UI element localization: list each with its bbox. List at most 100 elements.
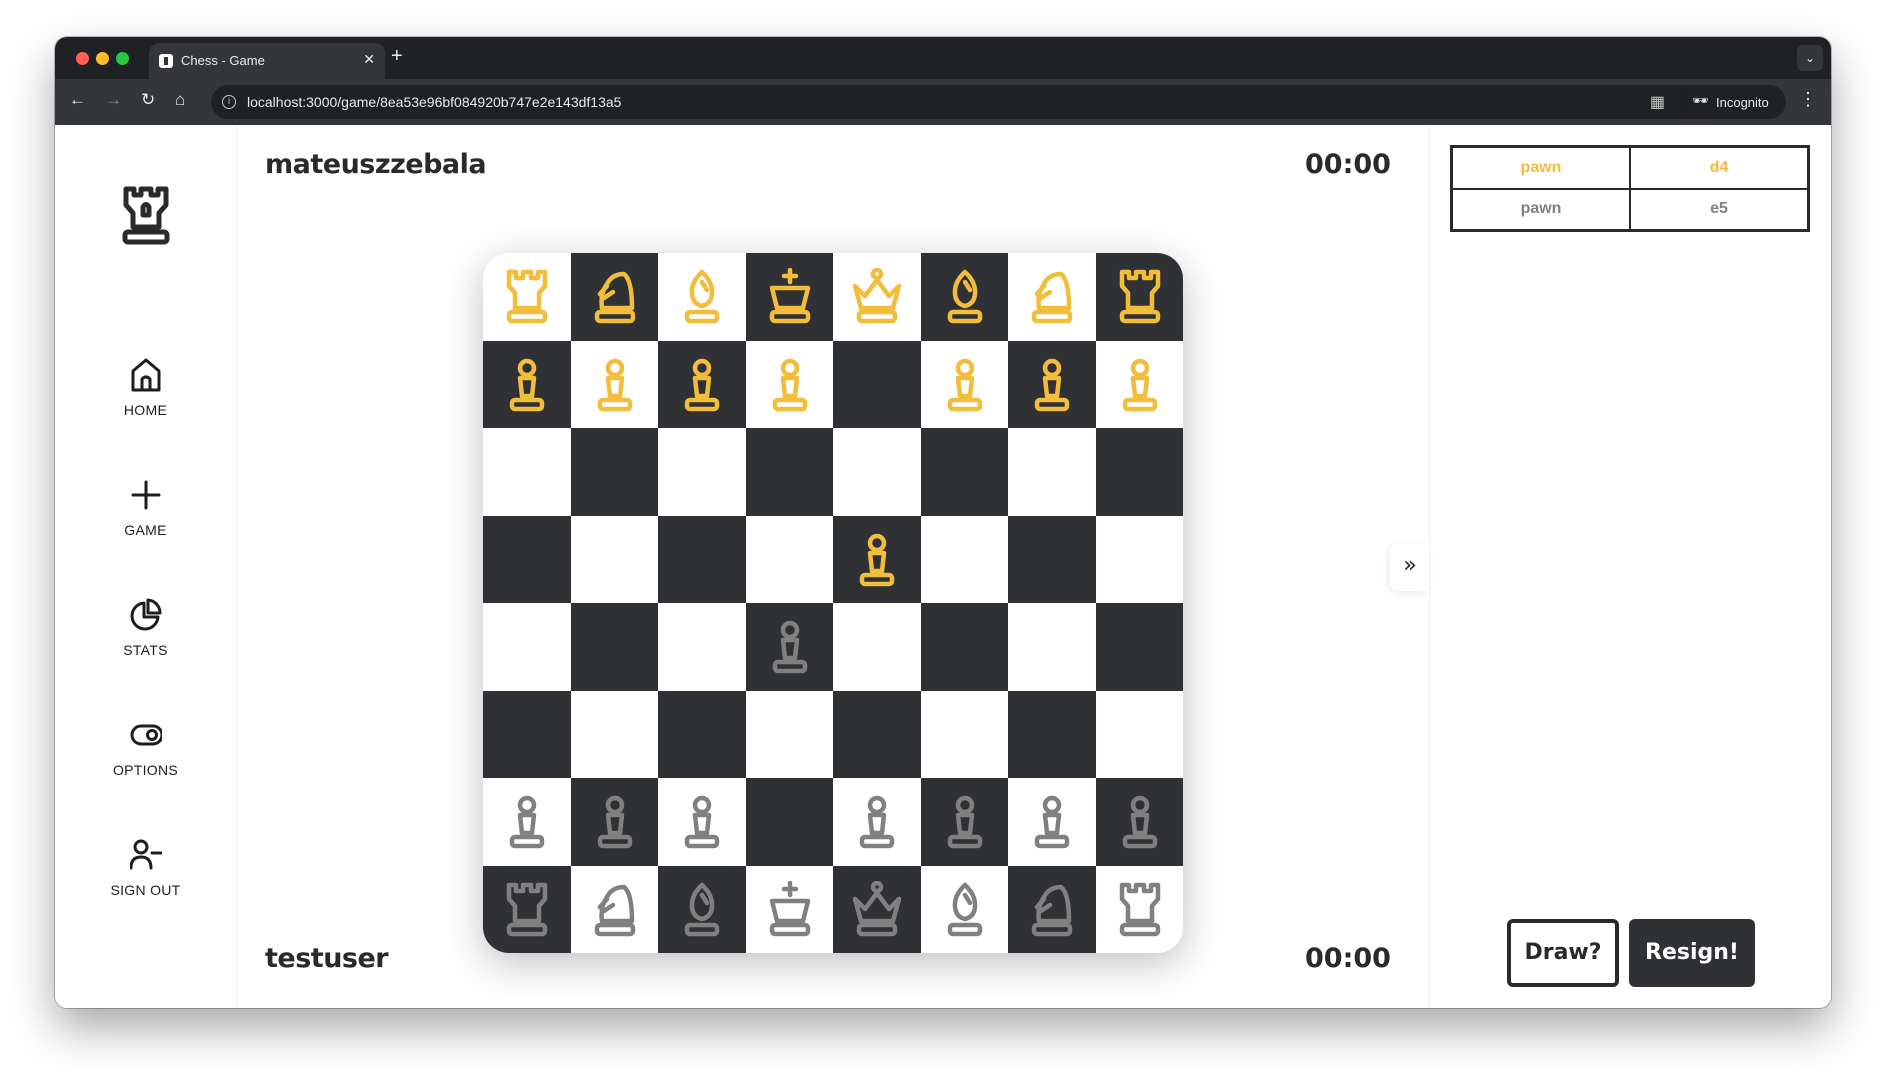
board-square[interactable] xyxy=(658,428,746,516)
resign-button[interactable]: Resign! xyxy=(1629,919,1755,987)
gray-pawn-icon[interactable] xyxy=(588,793,642,851)
sidebar-item-stats[interactable]: STATS xyxy=(55,597,236,667)
board-square[interactable] xyxy=(920,340,1008,428)
yellow-pawn-icon[interactable] xyxy=(588,356,642,414)
yellow-pawn-icon[interactable] xyxy=(1113,356,1167,414)
board-square[interactable] xyxy=(570,340,658,428)
gray-pawn-icon[interactable] xyxy=(500,793,554,851)
board-square[interactable] xyxy=(483,603,571,691)
board-square[interactable] xyxy=(833,515,921,603)
url-text[interactable]: localhost:3000/game/8ea53e96bf084920b747… xyxy=(247,94,621,110)
board-square[interactable] xyxy=(833,865,921,953)
yellow-king-icon[interactable] xyxy=(763,268,817,326)
browser-tab[interactable]: Chess - Game ✕ xyxy=(149,43,385,79)
board-square[interactable] xyxy=(658,865,746,953)
gray-pawn-icon[interactable] xyxy=(938,793,992,851)
yellow-rook-icon[interactable] xyxy=(1113,268,1167,326)
gray-queen-icon[interactable] xyxy=(850,880,904,939)
tab-search-button[interactable]: ⌄ xyxy=(1797,45,1823,71)
forward-button[interactable]: → xyxy=(105,90,122,110)
yellow-pawn-icon[interactable] xyxy=(763,356,817,414)
yellow-pawn-icon[interactable] xyxy=(500,356,554,414)
board-square[interactable] xyxy=(745,340,833,428)
gray-pawn-icon[interactable] xyxy=(763,618,817,676)
board-square[interactable] xyxy=(1008,865,1096,953)
board-square[interactable] xyxy=(483,778,571,866)
gray-knight-icon[interactable] xyxy=(588,881,642,939)
board-square[interactable] xyxy=(483,428,571,516)
board-square[interactable] xyxy=(1095,690,1183,778)
board-square[interactable] xyxy=(833,253,921,341)
board-square[interactable] xyxy=(1008,778,1096,866)
board-square[interactable] xyxy=(745,865,833,953)
yellow-knight-icon[interactable] xyxy=(1025,268,1079,326)
gray-pawn-icon[interactable] xyxy=(675,793,729,851)
board-square[interactable] xyxy=(833,778,921,866)
chess-board[interactable] xyxy=(483,253,1183,953)
board-square[interactable] xyxy=(658,253,746,341)
back-button[interactable]: ← xyxy=(69,90,86,110)
maximize-window-button[interactable] xyxy=(116,52,129,65)
collapse-panel-button[interactable]: » xyxy=(1390,543,1430,591)
offer-draw-button[interactable]: Draw? xyxy=(1507,919,1619,987)
board-square[interactable] xyxy=(920,865,1008,953)
yellow-pawn-icon[interactable] xyxy=(938,356,992,414)
board-square[interactable] xyxy=(920,428,1008,516)
board-square[interactable] xyxy=(1095,603,1183,691)
board-square[interactable] xyxy=(745,603,833,691)
qr-code-icon[interactable]: ▦ xyxy=(1650,92,1665,112)
reload-button[interactable]: ↻ xyxy=(141,90,155,110)
sidebar-item-sign-out[interactable]: SIGN OUT xyxy=(55,837,236,907)
board-square[interactable] xyxy=(570,690,658,778)
close-window-button[interactable] xyxy=(76,52,89,65)
board-square[interactable] xyxy=(833,690,921,778)
board-square[interactable] xyxy=(1095,778,1183,866)
close-tab-icon[interactable]: ✕ xyxy=(363,51,375,68)
sidebar-item-game[interactable]: GAME xyxy=(55,477,236,547)
site-info-icon[interactable]: i xyxy=(222,95,236,109)
board-square[interactable] xyxy=(570,865,658,953)
minimize-window-button[interactable] xyxy=(96,52,109,65)
gray-pawn-icon[interactable] xyxy=(1113,793,1167,851)
board-square[interactable] xyxy=(1008,340,1096,428)
address-bar[interactable]: i localhost:3000/game/8ea53e96bf084920b7… xyxy=(211,85,1731,119)
board-square[interactable] xyxy=(483,515,571,603)
board-square[interactable] xyxy=(1095,865,1183,953)
gray-pawn-icon[interactable] xyxy=(850,793,904,851)
board-square[interactable] xyxy=(570,603,658,691)
board-square[interactable] xyxy=(1008,253,1096,341)
board-square[interactable] xyxy=(833,603,921,691)
board-square[interactable] xyxy=(745,428,833,516)
rook-logo-icon[interactable] xyxy=(119,185,173,245)
board-square[interactable] xyxy=(1095,428,1183,516)
gray-bishop-icon[interactable] xyxy=(675,881,729,939)
board-square[interactable] xyxy=(745,515,833,603)
yellow-queen-icon[interactable] xyxy=(850,268,904,326)
board-square[interactable] xyxy=(745,690,833,778)
board-square[interactable] xyxy=(745,778,833,866)
browser-menu-icon[interactable]: ⋮ xyxy=(1799,89,1817,110)
board-square[interactable] xyxy=(1095,515,1183,603)
gray-rook-icon[interactable] xyxy=(1113,881,1167,939)
new-tab-button[interactable]: + xyxy=(391,45,403,68)
board-square[interactable] xyxy=(483,253,571,341)
board-square[interactable] xyxy=(920,778,1008,866)
board-square[interactable] xyxy=(920,690,1008,778)
yellow-pawn-icon[interactable] xyxy=(1025,356,1079,414)
board-square[interactable] xyxy=(1008,428,1096,516)
home-button[interactable]: ⌂ xyxy=(175,90,185,110)
gray-pawn-icon[interactable] xyxy=(1025,793,1079,851)
yellow-pawn-icon[interactable] xyxy=(675,356,729,414)
board-square[interactable] xyxy=(570,515,658,603)
gray-bishop-icon[interactable] xyxy=(938,881,992,939)
board-square[interactable] xyxy=(745,253,833,341)
yellow-rook-icon[interactable] xyxy=(500,268,554,326)
board-square[interactable] xyxy=(570,778,658,866)
board-square[interactable] xyxy=(658,603,746,691)
board-square[interactable] xyxy=(570,428,658,516)
board-square[interactable] xyxy=(833,340,921,428)
gray-king-icon[interactable] xyxy=(763,880,817,939)
board-square[interactable] xyxy=(483,865,571,953)
board-square[interactable] xyxy=(1008,603,1096,691)
board-square[interactable] xyxy=(658,690,746,778)
